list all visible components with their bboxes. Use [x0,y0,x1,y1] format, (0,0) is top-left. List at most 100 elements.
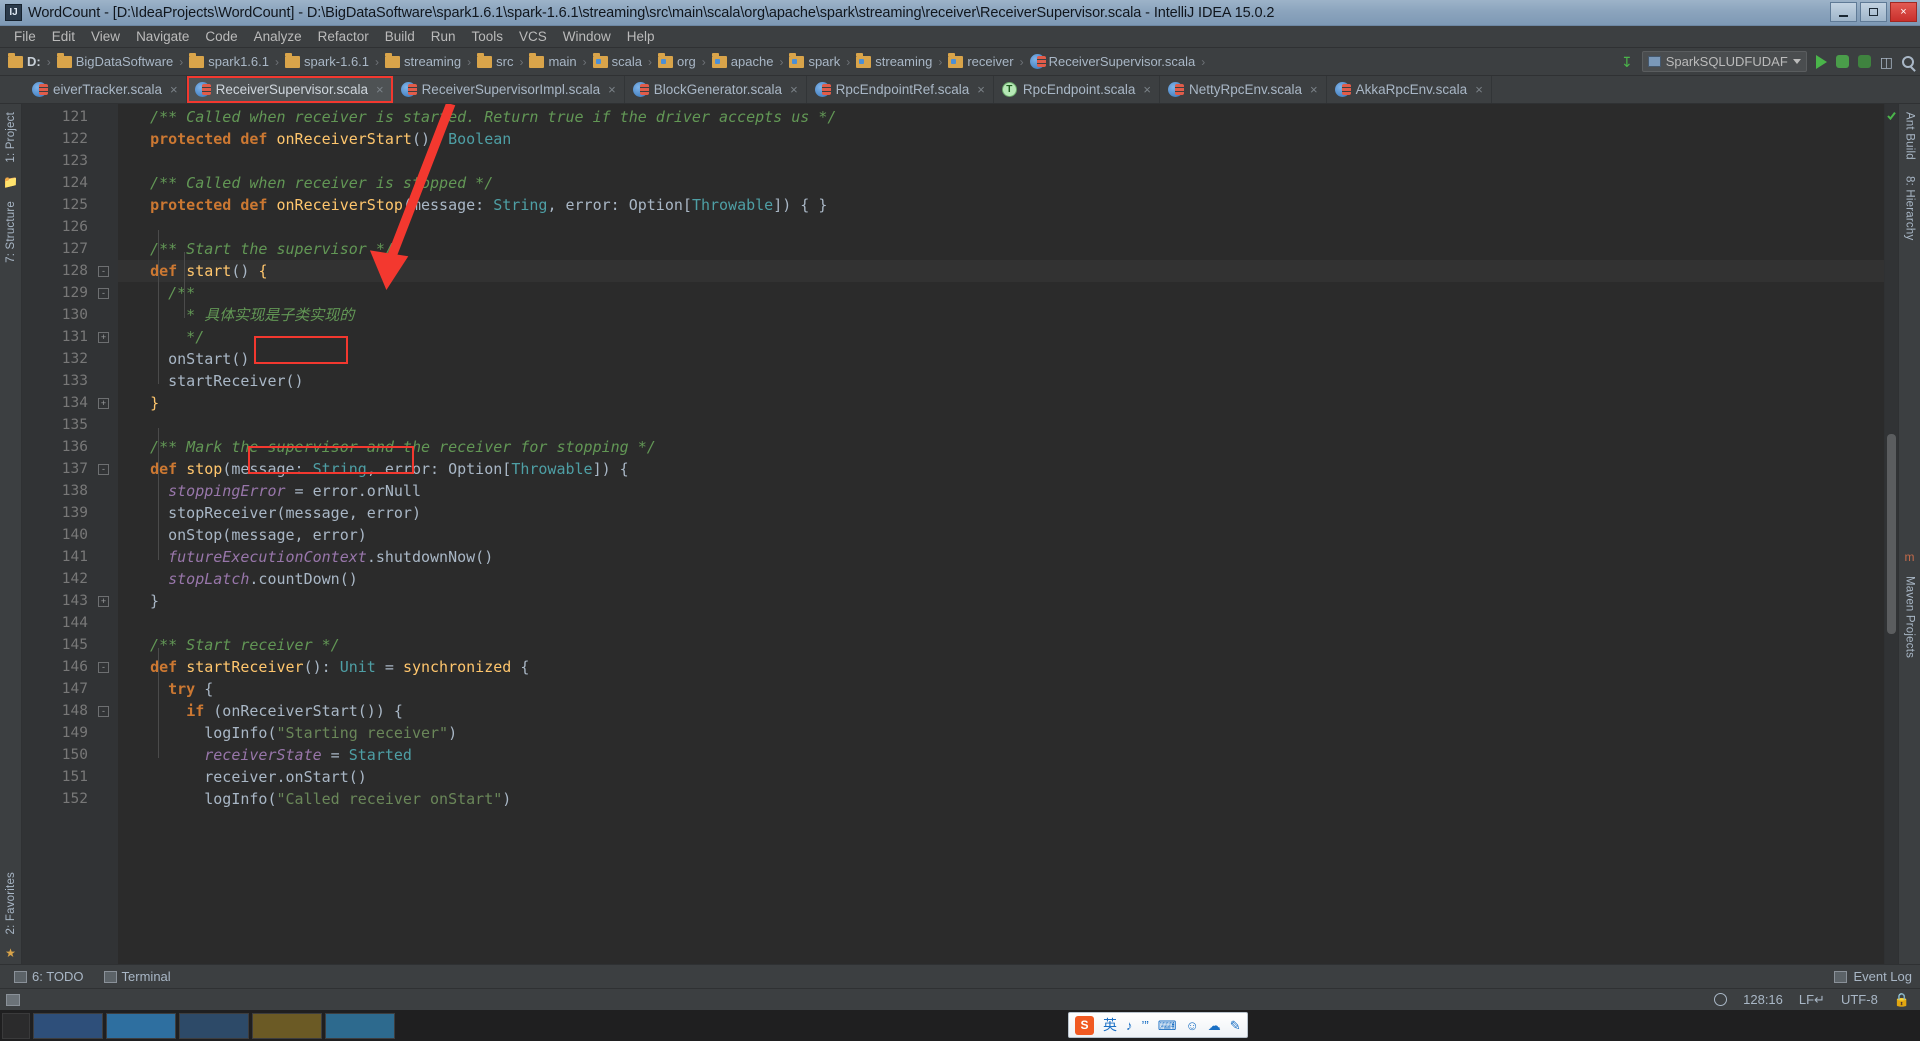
code-line[interactable]: logInfo("Called receiver onStart") [118,788,1898,810]
tab-eivertrackerscala[interactable]: eiverTracker.scala × [24,76,187,103]
code-line[interactable]: def start() { [118,260,1898,282]
menu-item-window[interactable]: Window [555,27,619,46]
minimize-button[interactable] [1830,2,1857,22]
tab-receiversupervisorscala[interactable]: ReceiverSupervisor.scala × [186,76,393,103]
breadcrumb-item-streaming[interactable]: streaming › [381,52,473,69]
breadcrumb-item-spark[interactable]: spark › [785,52,852,69]
sidebar-item-hierarchy[interactable]: 8: Hierarchy [1904,168,1916,248]
code-line[interactable]: onStart() [118,348,1898,370]
code-editor[interactable]: 121 122 123 124 125 126 127 128-129-130 131 +132 1… [22,104,1898,964]
code-fold-toggle[interactable]: - [98,266,109,277]
event-log-button[interactable]: Event Log [1834,969,1912,984]
sidebar-item-project[interactable]: 1: Project [5,104,17,171]
close-icon[interactable]: × [1310,82,1318,97]
close-icon[interactable]: × [790,82,798,97]
code-line[interactable]: stopReceiver(message, error) [118,502,1898,524]
menu-item-refactor[interactable]: Refactor [310,27,377,46]
code-fold-toggle[interactable]: - [98,288,109,299]
file-encoding[interactable]: UTF-8 [1841,992,1878,1007]
code-line[interactable]: try { [118,678,1898,700]
maximize-button[interactable] [1860,2,1887,22]
code-line[interactable]: protected def onReceiverStop(message: St… [118,194,1898,216]
breadcrumb-item-apache[interactable]: apache › [708,52,786,69]
project-structure-icon[interactable]: ◫ [1880,55,1893,69]
breadcrumb-item-spark161[interactable]: spark1.6.1 › [185,52,281,69]
code-line[interactable]: if (onReceiverStart()) { [118,700,1898,722]
tool-window-todo[interactable]: 6: TODO [4,969,94,984]
code-line[interactable]: stoppingError = error.orNull [118,480,1898,502]
code-line[interactable] [118,150,1898,172]
menu-item-tools[interactable]: Tools [464,27,512,46]
close-icon[interactable]: × [170,82,178,97]
ime-tool-1[interactable]: ’” [1142,1019,1149,1032]
breadcrumb-item-streaming[interactable]: streaming › [852,52,944,69]
close-button[interactable]: × [1890,2,1917,22]
ime-tool-2[interactable]: ⌨ [1158,1019,1177,1032]
breadcrumb-item-d[interactable]: D: › [4,52,53,69]
ime-tool-5[interactable]: ✎ [1230,1019,1241,1032]
taskbar-item-5[interactable] [325,1012,395,1039]
close-icon[interactable]: × [376,82,384,97]
menu-item-build[interactable]: Build [377,27,423,46]
sidebar-item-ant-build[interactable]: Ant Build [1904,104,1916,168]
code-line[interactable]: * 具体实现是子类实现的 [118,304,1898,326]
run-with-coverage-icon[interactable] [1857,55,1871,68]
menu-item-view[interactable]: View [83,27,128,46]
menu-item-file[interactable]: File [6,27,44,46]
ime-tool-4[interactable]: ☁ [1208,1019,1221,1032]
code-line[interactable]: receiver.onStart() [118,766,1898,788]
code-fold-toggle[interactable]: - [98,662,109,673]
breadcrumb-item-receiversupervisorscala[interactable]: ReceiverSupervisor.scala › [1026,54,1208,69]
code-line[interactable]: futureExecutionContext.shutdownNow() [118,546,1898,568]
code-line[interactable]: receiverState = Started [118,744,1898,766]
sidebar-item-structure[interactable]: 7: Structure [5,193,17,271]
menu-item-help[interactable]: Help [619,27,663,46]
lock-icon[interactable]: 🔒 [1894,992,1910,1008]
tab-rpcendpointrefscala[interactable]: RpcEndpointRef.scala × [807,76,994,103]
run-icon[interactable] [1815,54,1827,69]
ime-logo-icon[interactable]: S [1075,1015,1094,1035]
code-fold-toggle[interactable]: + [98,398,109,409]
menu-item-edit[interactable]: Edit [44,27,83,46]
code-line[interactable]: onStop(message, error) [118,524,1898,546]
code-line[interactable]: def stop(message: String, error: Option[… [118,458,1898,480]
code-fold-toggle[interactable]: - [98,706,109,717]
menu-item-run[interactable]: Run [423,27,464,46]
code-line[interactable]: def startReceiver(): Unit = synchronized… [118,656,1898,678]
taskbar-item-2[interactable] [106,1012,176,1039]
code-line[interactable]: */ [118,326,1898,348]
code-line[interactable]: /** Start the supervisor */ [118,238,1898,260]
error-stripe-scrollbar[interactable] [1884,104,1898,964]
menu-item-analyze[interactable]: Analyze [246,27,310,46]
breadcrumb-item-org[interactable]: org › [654,52,708,69]
menu-item-vcs[interactable]: VCS [511,27,555,46]
tab-receiversupervisorimplscala[interactable]: ReceiverSupervisorImpl.scala × [393,76,625,103]
code-fold-toggle[interactable]: - [98,464,109,475]
menu-item-code[interactable]: Code [197,27,245,46]
code-line[interactable]: stopLatch.countDown() [118,568,1898,590]
ime-tool-3[interactable]: ☺ [1185,1019,1198,1032]
menu-item-navigate[interactable]: Navigate [128,27,197,46]
code-line[interactable]: protected def onReceiverStart(): Boolean [118,128,1898,150]
breadcrumb-item-receiver[interactable]: receiver › [944,52,1025,69]
code-fold-toggle[interactable]: + [98,332,109,343]
code-line[interactable]: /** Start receiver */ [118,634,1898,656]
breadcrumb-item-main[interactable]: main › [525,52,588,69]
code-line[interactable]: logInfo("Starting receiver") [118,722,1898,744]
close-icon[interactable]: × [1475,82,1483,97]
code-line[interactable] [118,612,1898,634]
code-line[interactable]: /** Called when receiver is stopped */ [118,172,1898,194]
code-line[interactable]: } [118,392,1898,414]
ime-tool-0[interactable]: ♪ [1126,1019,1133,1032]
code-line[interactable]: /** Called when receiver is started. Ret… [118,106,1898,128]
code-line[interactable]: } [118,590,1898,612]
code-line[interactable]: /** [118,282,1898,304]
tab-nettyrpcenvscala[interactable]: NettyRpcEnv.scala × [1160,76,1327,103]
close-icon[interactable]: × [1143,82,1151,97]
sidebar-item-favorites[interactable]: 2: Favorites [5,864,17,942]
ime-toolbar[interactable]: S 英 ♪ ’” ⌨ ☺ ☁ ✎ [1068,1012,1248,1038]
breadcrumb-item-spark161[interactable]: spark-1.6.1 › [281,52,381,69]
tool-windows-widget[interactable] [6,993,20,1006]
line-number-gutter[interactable]: 121 122 123 124 125 126 127 128-129-130 131 +132 1… [22,104,118,964]
code-line[interactable] [118,216,1898,238]
